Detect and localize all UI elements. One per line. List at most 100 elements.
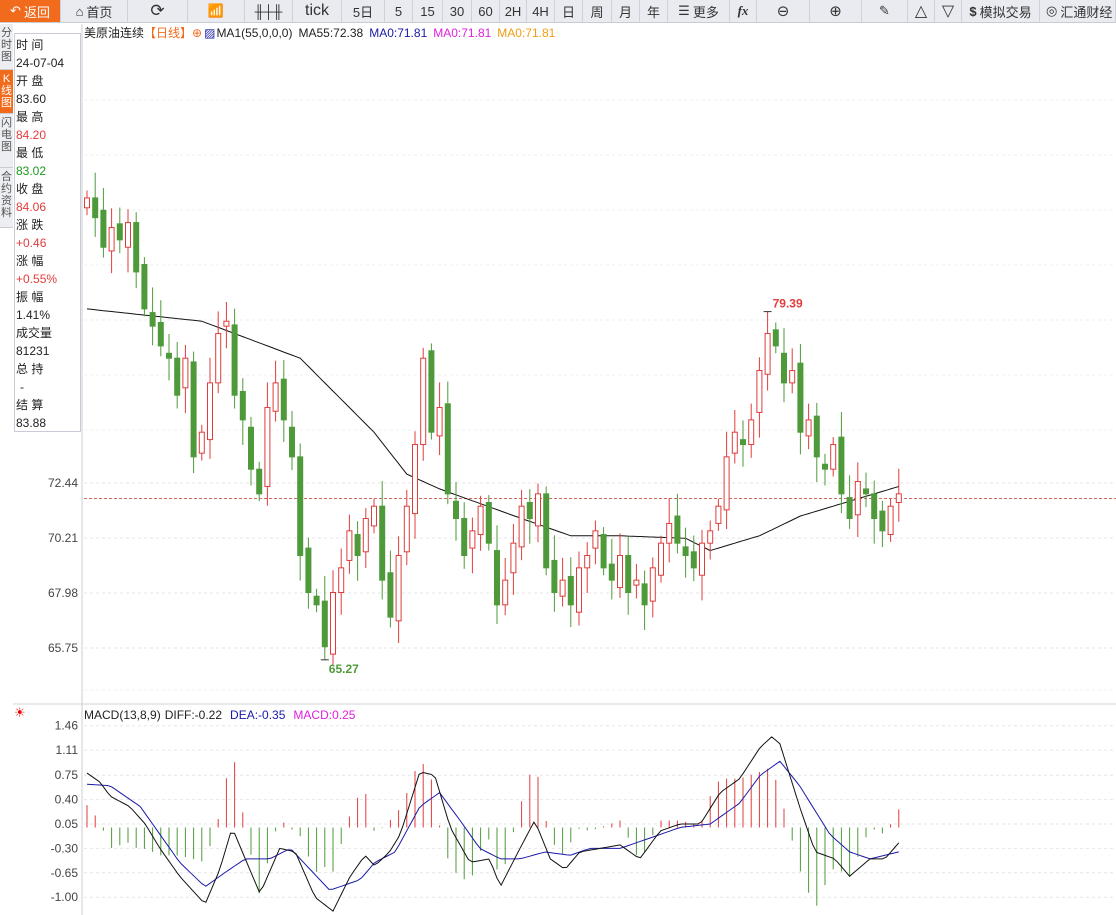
candle-body bbox=[190, 361, 197, 458]
macd-tick-label: 1.46 bbox=[55, 719, 79, 733]
symbol-name: 美原油连续 bbox=[84, 26, 145, 40]
candle-body bbox=[182, 357, 189, 389]
candle-body bbox=[772, 329, 779, 347]
candle-body bbox=[625, 555, 632, 593]
candle-body bbox=[715, 505, 722, 524]
candle-body bbox=[354, 534, 361, 557]
price-tick-label: 70.21 bbox=[48, 531, 78, 545]
candle-body bbox=[748, 419, 755, 446]
candle-body bbox=[649, 567, 656, 602]
candle-body bbox=[223, 320, 230, 327]
candle-body bbox=[149, 312, 156, 327]
candle-body bbox=[567, 575, 574, 606]
candle-body bbox=[207, 382, 213, 441]
candle-body bbox=[157, 321, 164, 347]
candle-body bbox=[403, 505, 410, 553]
candle-body bbox=[822, 463, 828, 470]
ma0-value-orange: MA0:71.81 bbox=[497, 25, 556, 40]
candle-body bbox=[608, 563, 615, 581]
candle-body bbox=[633, 579, 640, 586]
candle-body bbox=[674, 515, 681, 544]
candle-body bbox=[133, 222, 140, 273]
candle-body bbox=[330, 591, 336, 655]
candle-body bbox=[576, 567, 582, 613]
candle-body bbox=[658, 542, 664, 576]
candle-body bbox=[617, 555, 623, 589]
candle-body bbox=[141, 264, 148, 310]
crosshair-icon[interactable]: ⊕ bbox=[192, 26, 202, 40]
candle-body bbox=[551, 559, 558, 593]
dea-line bbox=[86, 760, 899, 890]
macd-diff: DIFF:-0.22 bbox=[164, 708, 223, 722]
candle-body bbox=[641, 583, 648, 606]
candle-body bbox=[830, 444, 837, 470]
candle-body bbox=[379, 505, 386, 581]
candle-body bbox=[116, 223, 123, 241]
price-tick-label: 72.44 bbox=[48, 476, 78, 490]
min-price-label: 65.27 bbox=[329, 662, 359, 676]
candle-body bbox=[502, 579, 509, 606]
macd-dea: DEA:-0.35 bbox=[230, 708, 286, 722]
candle-body bbox=[797, 362, 804, 433]
candle-body bbox=[297, 456, 304, 557]
ma0-value-blue: MA0:71.81 bbox=[369, 25, 428, 40]
ma55-value: MA55:72.38 bbox=[298, 25, 364, 40]
ma0-value-magenta: MA0:71.81 bbox=[433, 25, 492, 40]
candle-body bbox=[289, 426, 295, 458]
candle-body bbox=[584, 555, 591, 569]
candle-body bbox=[313, 595, 320, 606]
candle-body bbox=[166, 352, 172, 359]
candle-body bbox=[789, 370, 796, 384]
candle-body bbox=[362, 518, 369, 553]
macd-tick-label: 0.05 bbox=[55, 817, 79, 831]
candle-body bbox=[879, 510, 886, 532]
candle-body bbox=[805, 419, 812, 437]
candle-body bbox=[559, 579, 566, 597]
candle-body bbox=[690, 551, 697, 569]
candle-body bbox=[248, 426, 254, 470]
indicator-settings-icon[interactable]: ☀ bbox=[14, 705, 26, 721]
period-label: 【日线】 bbox=[144, 26, 193, 40]
candle-body bbox=[444, 403, 451, 495]
macd-value: MACD:0.25 bbox=[293, 708, 356, 722]
candle-body bbox=[469, 530, 476, 549]
candle-body bbox=[461, 518, 468, 557]
candle-body bbox=[863, 488, 869, 495]
candle-body bbox=[740, 439, 746, 446]
candle-body bbox=[756, 370, 763, 413]
chart-canvas[interactable]: 72.44 70.21 67.98 65.75 1.46 1.11 0.75 0.40 0.05… bbox=[0, 0, 1116, 915]
candle-body bbox=[723, 456, 730, 511]
candle-body bbox=[494, 550, 500, 606]
candle-body bbox=[321, 600, 328, 648]
candle-body bbox=[371, 505, 377, 527]
candle-body bbox=[895, 493, 902, 503]
candle-body bbox=[92, 197, 99, 219]
candle-body bbox=[535, 493, 541, 527]
macd-tick-label: -1.00 bbox=[51, 890, 79, 904]
macd-tick-label: -0.65 bbox=[51, 866, 79, 880]
candle-body bbox=[707, 530, 714, 544]
candle-body bbox=[526, 501, 533, 520]
candle-body bbox=[125, 222, 131, 248]
candle-body bbox=[100, 209, 107, 248]
macd-tick-label: -0.30 bbox=[51, 841, 79, 855]
candle-body bbox=[838, 436, 845, 495]
candle-body bbox=[428, 350, 435, 433]
candle-body bbox=[280, 378, 287, 421]
candle-body bbox=[485, 501, 492, 544]
ma1-label: MA1(55,0,0,0) bbox=[216, 25, 293, 40]
indicator-settings-icon[interactable]: ▨ bbox=[204, 26, 215, 40]
candle-body bbox=[198, 431, 205, 454]
candle-body bbox=[256, 468, 263, 495]
candle-body bbox=[846, 497, 853, 520]
candle-body bbox=[436, 407, 443, 437]
candle-body bbox=[231, 324, 238, 396]
candle-body bbox=[510, 542, 517, 574]
candle-body bbox=[813, 415, 820, 458]
candle-body bbox=[338, 567, 345, 593]
candle-body bbox=[764, 333, 771, 375]
candle-body bbox=[600, 534, 607, 569]
candle-body bbox=[412, 444, 418, 515]
candle-body bbox=[887, 505, 894, 536]
candle-body bbox=[781, 352, 787, 384]
